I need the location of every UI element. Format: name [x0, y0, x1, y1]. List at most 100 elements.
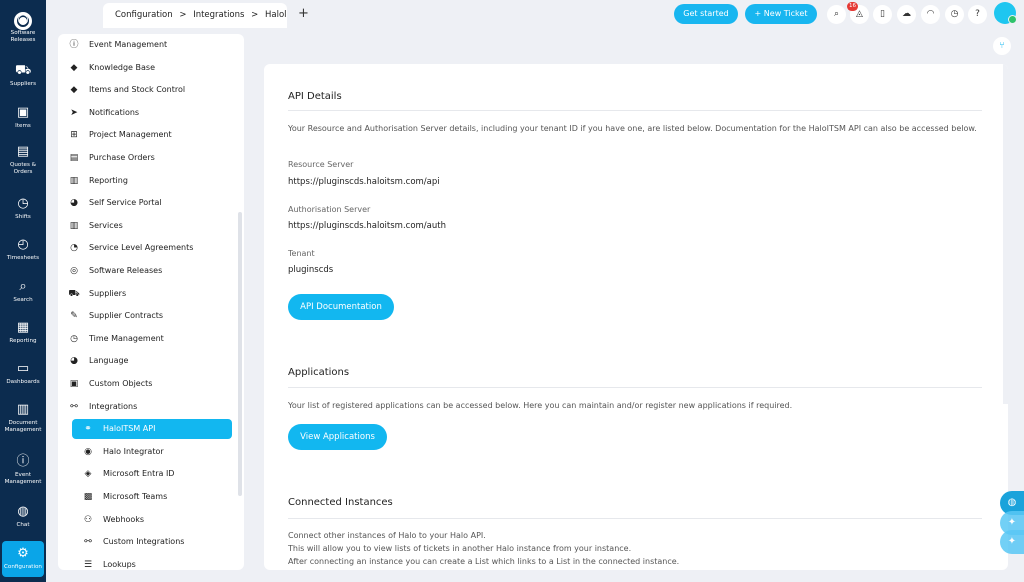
- clock-icon: ◷: [70, 333, 78, 344]
- nav-item-search[interactable]: ⌕ Search: [0, 280, 46, 304]
- config-item-custom-integrations[interactable]: ⚯ Custom Integrations: [72, 532, 232, 552]
- nav-item-label: Dashboards: [6, 379, 40, 385]
- config-item-supplier-contracts[interactable]: ✎ Supplier Contracts: [68, 306, 238, 326]
- config-item-language[interactable]: ◕ Language: [68, 351, 238, 371]
- nav-item-reporting[interactable]: ▦ Reporting: [0, 321, 46, 345]
- config-item-service-level-agreements[interactable]: ◔ Service Level Agreements: [68, 238, 238, 258]
- branch-icon[interactable]: ⑂: [993, 37, 1011, 55]
- config-item-custom-objects[interactable]: ▣ Custom Objects: [68, 374, 238, 394]
- nav-item-label: Reporting: [9, 338, 37, 344]
- config-item-label: Self Service Portal: [89, 198, 162, 208]
- config-item-haloitsm-api[interactable]: ⚭ HaloITSM API: [72, 419, 232, 440]
- search-icon: ⌕: [19, 279, 27, 294]
- config-item-webhooks[interactable]: ⚇ Webhooks: [72, 510, 232, 530]
- config-item-suppliers[interactable]: ⛟ Suppliers: [68, 284, 238, 304]
- nav-item-label: Quotes & Orders: [9, 162, 37, 175]
- config-item-label: Knowledge Base: [89, 62, 155, 72]
- cube-icon: ◆: [70, 62, 78, 73]
- nav-item-label: Suppliers: [10, 81, 36, 87]
- divider: [288, 518, 982, 519]
- tenant-label: Tenant: [288, 249, 315, 258]
- config-item-label: Microsoft Entra ID: [103, 469, 175, 479]
- config-item-label: Suppliers: [89, 288, 127, 298]
- config-item-knowledge-base[interactable]: ◆ Knowledge Base: [68, 58, 238, 78]
- config-item-items-and-stock-control[interactable]: ◆ Items and Stock Control: [68, 80, 238, 100]
- breadcrumb-separator: >: [179, 10, 187, 20]
- sparkle-icon[interactable]: ✦: [1000, 530, 1024, 554]
- applications-title: Applications: [288, 367, 350, 378]
- contract-icon: ✎: [70, 311, 78, 322]
- config-item-label: Time Management: [89, 333, 164, 343]
- nav-item-dashboards[interactable]: ▭ Dashboards: [0, 362, 46, 386]
- api-details-panel: API Details Your Resource and Authorisat…: [264, 64, 1008, 570]
- integrator-icon: ◉: [84, 446, 92, 457]
- link-icon: ⚯: [84, 537, 92, 548]
- config-item-label: Project Management: [89, 130, 172, 140]
- alert-icon: ⓘ: [16, 454, 30, 469]
- main-scrollbar[interactable]: [1003, 64, 1008, 404]
- nav-item-chat[interactable]: ◍ Chat: [0, 505, 46, 529]
- config-item-label: Webhooks: [103, 514, 145, 524]
- config-item-label: Event Management: [89, 40, 168, 49]
- sla-icon: ◔: [70, 243, 78, 254]
- config-item-label: Software Releases: [89, 266, 163, 275]
- nav-item-quotes-orders[interactable]: ▤ Quotes & Orders: [0, 145, 46, 176]
- help-icon[interactable]: ?: [968, 5, 987, 24]
- get-started-button[interactable]: Get started: [674, 4, 738, 24]
- search-icon[interactable]: ⌕: [827, 5, 846, 24]
- config-item-label: Supplier Contracts: [89, 311, 164, 321]
- config-item-microsoft-entra-id[interactable]: ◈ Microsoft Entra ID: [72, 464, 232, 484]
- rss-icon[interactable]: ◠: [921, 5, 940, 24]
- breadcrumb-configuration[interactable]: Configuration: [115, 10, 173, 20]
- custom-objects-icon: ▣: [69, 379, 79, 389]
- resource-server-value: https://pluginscds.haloitsm.com/api: [288, 177, 440, 187]
- authorisation-server-value: https://pluginscds.haloitsm.com/auth: [288, 221, 446, 231]
- config-item-event-management[interactable]: ⓘ Event Management: [68, 35, 238, 55]
- history-icon[interactable]: ◷: [945, 5, 964, 24]
- view-applications-button[interactable]: View Applications: [288, 424, 387, 450]
- config-item-lookups[interactable]: ☰ Lookups: [72, 555, 232, 570]
- timesheet-icon: ◴: [17, 237, 29, 252]
- clipboard-icon[interactable]: ▯: [873, 5, 892, 24]
- config-item-services[interactable]: ▥ Services: [68, 216, 238, 236]
- resource-server-label: Resource Server: [288, 160, 354, 169]
- config-item-software-releases[interactable]: ◎ Software Releases: [68, 261, 238, 281]
- config-item-time-management[interactable]: ◷ Time Management: [68, 329, 238, 349]
- chat-icon: ◍: [17, 504, 29, 519]
- new-ticket-button[interactable]: + New Ticket: [745, 4, 817, 24]
- document-icon: ▥: [16, 402, 30, 417]
- config-item-project-management[interactable]: ⊞ Project Management: [68, 125, 238, 145]
- config-item-label: Purchase Orders: [89, 153, 155, 162]
- alert-icon: ⓘ: [69, 40, 79, 50]
- config-item-purchase-orders[interactable]: ▤ Purchase Orders: [68, 148, 238, 168]
- truck-icon: ⛟: [68, 288, 80, 299]
- cloud-icon[interactable]: ☁: [897, 5, 916, 24]
- config-item-label: HaloITSM API: [103, 424, 156, 434]
- config-item-integrations[interactable]: ⚯ Integrations: [68, 397, 238, 417]
- tenant-value: pluginscds: [288, 265, 334, 275]
- nav-item-items[interactable]: ▣ Items: [0, 106, 46, 130]
- nav-item-software-releases[interactable]: ◎ Software Releases: [0, 13, 46, 44]
- avatar[interactable]: [994, 2, 1017, 24]
- nav-item-configuration[interactable]: ⚙ Configuration: [2, 541, 44, 577]
- config-item-self-service-portal[interactable]: ◕ Self Service Portal: [68, 193, 238, 213]
- breadcrumb-tab[interactable]: Configuration > Integrations > Halol...: [103, 3, 287, 28]
- config-item-label: Notifications: [89, 107, 140, 117]
- breadcrumb-integrations[interactable]: Integrations: [193, 10, 244, 20]
- box-icon: ◆: [70, 85, 78, 96]
- config-item-microsoft-teams[interactable]: ▩ Microsoft Teams: [72, 487, 232, 507]
- config-item-notifications[interactable]: ➤ Notifications: [68, 103, 238, 123]
- config-menu-scrollbar[interactable]: [238, 212, 242, 496]
- nav-item-document-management[interactable]: ▥ Document Management: [0, 403, 46, 434]
- teams-icon: ▩: [83, 492, 93, 502]
- nav-item-timesheets[interactable]: ◴ Timesheets: [0, 238, 46, 262]
- nav-item-event-management[interactable]: ⓘ Event Management: [0, 455, 46, 486]
- nav-item-suppliers[interactable]: ⛟ Suppliers: [0, 64, 46, 88]
- nav-item-label: Event Management: [4, 472, 42, 485]
- api-documentation-button[interactable]: API Documentation: [288, 294, 394, 320]
- new-tab-button[interactable]: +: [298, 6, 309, 21]
- config-item-reporting[interactable]: ▥ Reporting: [68, 171, 238, 191]
- webhook-icon: ⚇: [83, 514, 93, 525]
- nav-item-shifts[interactable]: ◷ Shifts: [0, 197, 46, 221]
- config-item-halo-integrator[interactable]: ◉ Halo Integrator: [72, 442, 232, 462]
